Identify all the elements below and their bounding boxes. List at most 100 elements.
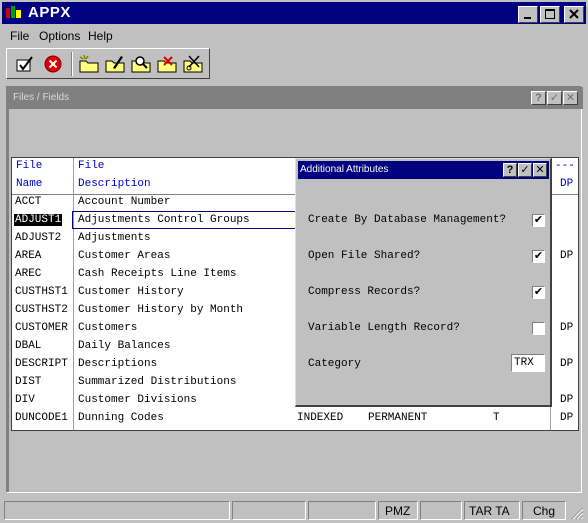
create-by-dbm-label: Create By Database Management? (308, 214, 507, 226)
file-name-cell: ADJUST1 (14, 214, 63, 226)
file-type-cell: PERMANENT (368, 412, 428, 424)
appx-logo-icon (6, 6, 21, 18)
menu-bar: File Options Help (2, 26, 586, 46)
search-folder-icon (131, 56, 151, 73)
search-folder-button[interactable] (129, 53, 153, 75)
variable-length-label: Variable Length Record? (308, 322, 460, 334)
status-panel-3 (308, 501, 376, 520)
cancel-button[interactable] (41, 53, 65, 75)
status-panel-2 (232, 501, 306, 520)
category-input[interactable]: TRX (511, 354, 545, 372)
file-flag-cell: T (493, 412, 500, 424)
file-name-cell: DIST (15, 376, 42, 388)
category-label: Category (308, 358, 361, 370)
status-panel-5 (420, 501, 462, 520)
status-panel-4: PMZ (378, 501, 418, 520)
file-name-cell: ACCT (15, 196, 42, 208)
help-icon: ? (506, 164, 514, 176)
file-description-cell: Daily Balances (78, 340, 171, 352)
menu-options[interactable]: Options (39, 29, 80, 43)
compress-records-label: Compress Records? (308, 286, 421, 298)
file-description-cell: Customer Areas (78, 250, 171, 262)
maximize-icon (545, 9, 555, 19)
file-description-cell: Cash Receipts Line Items (78, 268, 237, 280)
edit-folder-icon (105, 56, 125, 73)
header-file-name-line1: File (16, 160, 43, 172)
file-description-cell: Account Number (78, 196, 171, 208)
menu-help[interactable]: Help (88, 29, 113, 43)
dp-cell: DP (560, 412, 574, 424)
file-description-cell: Adjustments Control Groups (78, 214, 250, 226)
header-file-name-line2: Name (16, 178, 43, 190)
dialog-title-bar: Additional Attributes ? ✓ ✕ (298, 161, 549, 179)
file-name-cell: AREC (15, 268, 42, 280)
file-description-cell: Customer History (78, 286, 184, 298)
close-icon (569, 9, 579, 19)
status-bar: PMZ TAR TA Chg (2, 500, 586, 521)
dialog-help-button[interactable]: ? (503, 163, 517, 177)
file-name-cell: ADJUST2 (15, 232, 62, 244)
new-folder-button[interactable] (77, 53, 101, 75)
minimize-icon (524, 17, 531, 19)
file-description-cell: Customer Divisions (78, 394, 197, 406)
file-description-cell: Dunning Codes (78, 412, 164, 424)
file-name-cell: DIV (15, 394, 35, 406)
delete-folder-button[interactable] (155, 53, 179, 75)
file-name-cell: AREA (15, 250, 42, 262)
check-icon: ✓ (549, 92, 560, 104)
minimize-button[interactable] (518, 6, 538, 23)
selected-file-name: ADJUST1 (14, 214, 63, 226)
dp-cell: DP (560, 322, 574, 334)
edit-folder-button[interactable] (103, 53, 127, 75)
file-organization-cell: INDEXED (297, 412, 344, 424)
header-description-line2: Description (78, 178, 151, 190)
header-right-line1: --- (555, 160, 575, 172)
close-icon: ✕ (535, 164, 545, 176)
child-window-title: Files / Fields (13, 92, 70, 103)
file-name-cell: CUSTHST1 (15, 286, 68, 298)
dp-cell: DP (560, 394, 574, 406)
file-name-cell: CUSTHST2 (15, 304, 68, 316)
app-title: APPX (28, 4, 71, 21)
file-name-cell: DESCRIPT (15, 358, 68, 370)
dialog-title: Additional Attributes (300, 164, 389, 175)
close-button[interactable] (564, 6, 584, 23)
resize-grip-icon[interactable] (570, 506, 584, 520)
header-description-line1: File (78, 160, 105, 172)
status-panel-1 (4, 501, 230, 520)
dialog-ok-button[interactable]: ✓ (518, 163, 532, 177)
child-ok-button[interactable]: ✓ (547, 91, 562, 105)
new-folder-icon (79, 54, 99, 73)
file-name-cell: CUSTOMER (15, 322, 68, 334)
file-description-cell: Adjustments (78, 232, 151, 244)
ok-check-icon (16, 56, 33, 72)
toolbar (6, 48, 210, 79)
menu-file[interactable]: File (10, 29, 29, 43)
toolbar-separator (71, 52, 73, 76)
file-description-cell: Summarized Distributions (78, 376, 237, 388)
column-divider (73, 158, 74, 430)
cut-folder-button[interactable] (181, 53, 205, 75)
compress-records-checkbox[interactable]: ✔ (532, 286, 545, 299)
header-right-line2: DP (560, 178, 574, 190)
cancel-icon (44, 55, 62, 73)
child-help-button[interactable]: ? (531, 91, 546, 105)
dp-cell: DP (560, 250, 574, 262)
cut-folder-icon (183, 55, 203, 73)
ok-check-button[interactable] (13, 53, 37, 75)
maximize-button[interactable] (540, 6, 560, 23)
child-close-button[interactable]: ✕ (563, 91, 578, 105)
file-description-cell: Customer History by Month (78, 304, 244, 316)
additional-attributes-dialog: Additional Attributes ? ✓ ✕ Create By Da… (295, 158, 552, 407)
variable-length-checkbox[interactable] (532, 322, 545, 335)
dialog-close-button[interactable]: ✕ (533, 163, 547, 177)
status-panel-7: Chg (522, 501, 566, 520)
file-description-cell: Descriptions (78, 358, 158, 370)
dp-cell: DP (560, 358, 574, 370)
help-icon: ? (535, 92, 542, 104)
create-by-dbm-checkbox[interactable]: ✔ (532, 214, 545, 227)
open-shared-checkbox[interactable]: ✔ (532, 250, 545, 263)
open-shared-label: Open File Shared? (308, 250, 421, 262)
delete-folder-icon (157, 56, 177, 73)
file-name-cell: DUNCODE1 (15, 412, 68, 424)
